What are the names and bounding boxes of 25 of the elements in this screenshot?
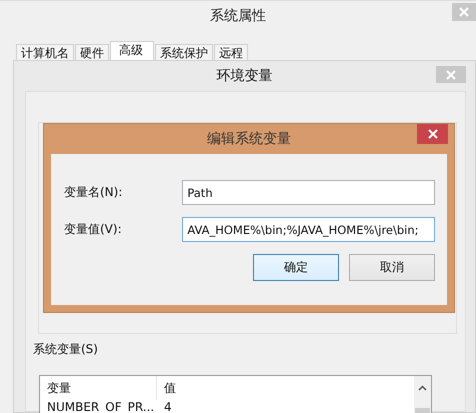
window-title: 系统属性 [210,7,266,26]
tab[interactable]: 计算机名 [16,44,74,61]
field-label: 变量值(V): [64,221,123,238]
tab[interactable]: 硬件 [75,44,109,61]
table-cell-text: NUMBER_OF_PR... [46,400,156,413]
scroll-thumb[interactable] [415,408,430,413]
column-header[interactable]: 值 [157,376,176,400]
input-field[interactable]: Path [182,180,435,205]
group-label: 系统变量(S) [33,341,98,358]
close-icon [459,7,469,17]
tab[interactable]: 系统保护 [155,44,213,61]
table-cell-text: 4 [163,400,172,413]
close-icon [428,129,438,139]
input-field[interactable]: AVA_HOME%\bin;%JAVA_HOME%\jre\bin; [182,217,435,242]
close-button[interactable] [417,124,448,144]
scrollbar[interactable] [414,376,431,413]
window-title: 环境变量 [216,67,272,86]
column-header[interactable]: 变量 [40,376,157,400]
tab[interactable]: 远程 [214,44,248,61]
close-icon [446,70,456,80]
tab[interactable]: 高级 [110,41,154,61]
dialog-title: 编辑系统变量 [207,130,291,149]
dialog-button[interactable]: 确定 [253,254,339,281]
field-label: 变量名(N): [64,184,124,201]
dialog-button[interactable]: 取消 [349,254,435,281]
